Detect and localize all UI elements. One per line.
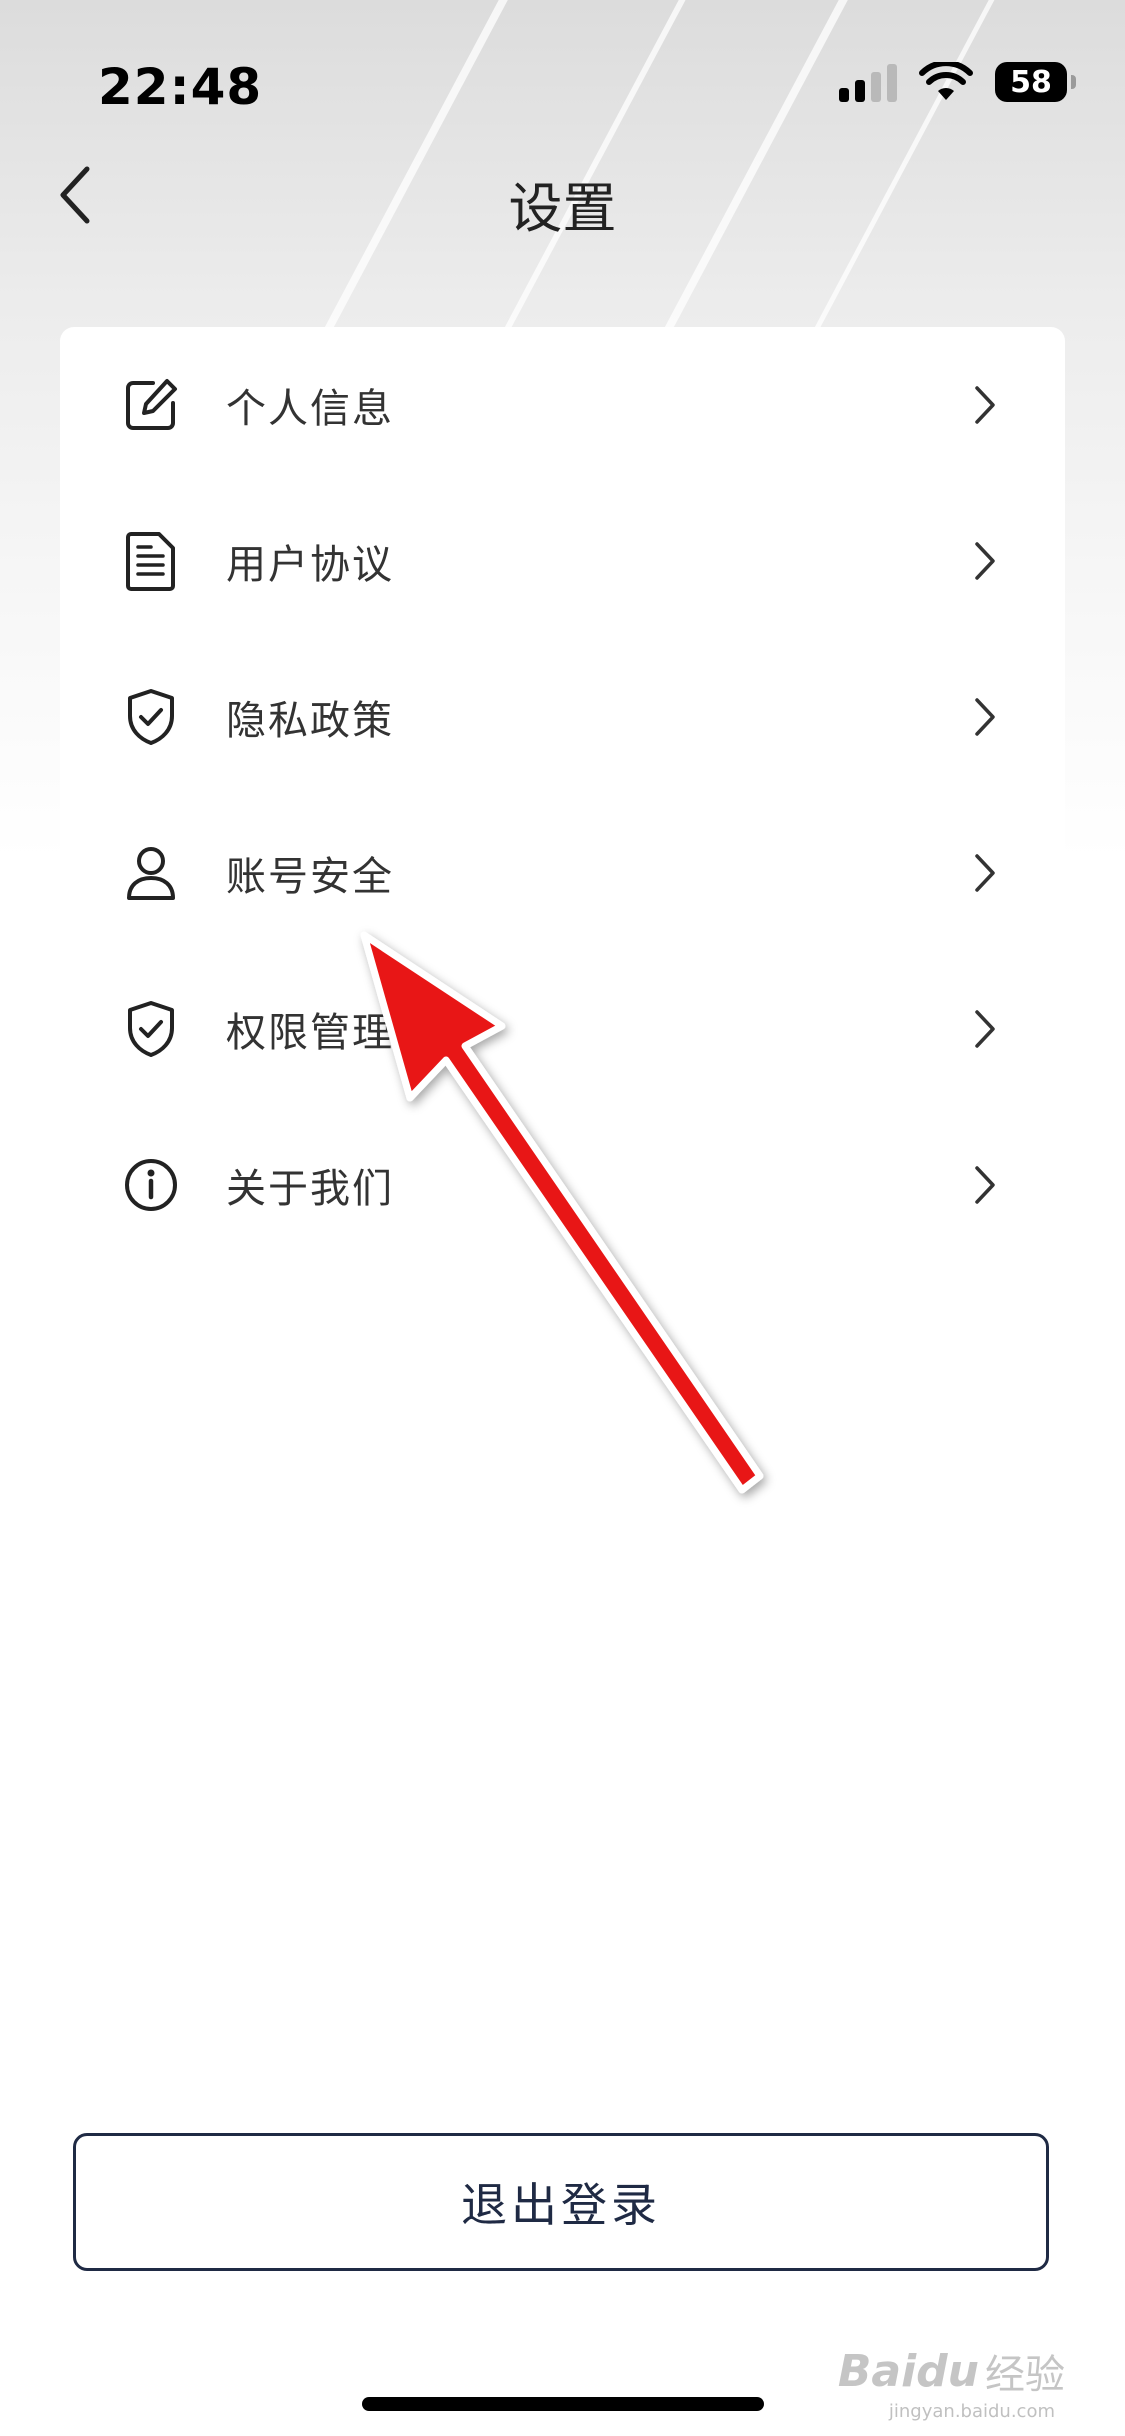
menu-item-permission-management[interactable]: 权限管理 [60,951,1065,1107]
cellular-signal-icon [839,62,897,102]
menu-item-account-security[interactable]: 账号安全 [60,795,1065,951]
menu-item-label: 账号安全 [226,854,394,900]
menu-item-personal-info[interactable]: 个人信息 [60,327,1065,483]
menu-item-about-us[interactable]: 关于我们 [60,1107,1065,1263]
watermark-brand: Baidu [837,2345,979,2397]
menu-item-label: 权限管理 [226,1010,394,1056]
status-bar: 22:48 58 [0,0,1125,170]
home-indicator[interactable] [362,2397,764,2411]
chevron-right-icon [965,1160,1005,1210]
chevron-right-icon [965,536,1005,586]
settings-screen: 22:48 58 设置 个人信息 用户协议 隐私政策 账号安全 权限管理 关于我… [0,0,1125,2436]
menu-item-label: 个人信息 [226,386,394,432]
menu-item-label: 隐私政策 [226,698,394,744]
chevron-right-icon [965,1004,1005,1054]
battery-icon: 58 [995,62,1076,102]
menu-item-privacy-policy[interactable]: 隐私政策 [60,639,1065,795]
shield-check-icon [120,998,182,1060]
settings-menu: 个人信息 用户协议 隐私政策 账号安全 权限管理 关于我们 [60,327,1065,1217]
watermark-cn: 经验 [985,2352,1065,2398]
shield-check-icon [120,686,182,748]
menu-item-user-agreement[interactable]: 用户协议 [60,483,1065,639]
chevron-right-icon [965,380,1005,430]
logout-button[interactable]: 退出登录 [73,2133,1049,2271]
wifi-icon [919,62,973,100]
status-icons: 58 [839,62,1076,102]
edit-icon [120,374,182,436]
nav-bar: 设置 [0,150,1125,240]
chevron-right-icon [965,692,1005,742]
menu-item-label: 用户协议 [226,542,394,588]
battery-level: 58 [1010,64,1052,100]
watermark-logo: Baidu 经验 [838,2342,1065,2400]
page-title: 设置 [508,177,617,240]
info-icon [120,1154,182,1216]
menu-item-label: 关于我们 [226,1166,394,1212]
logout-label: 退出登录 [461,2178,661,2232]
status-time: 22:48 [98,58,263,116]
watermark-domain: jingyan.baidu.com [888,2401,1055,2422]
user-icon [120,842,182,904]
document-icon [120,530,182,592]
chevron-right-icon [965,848,1005,898]
